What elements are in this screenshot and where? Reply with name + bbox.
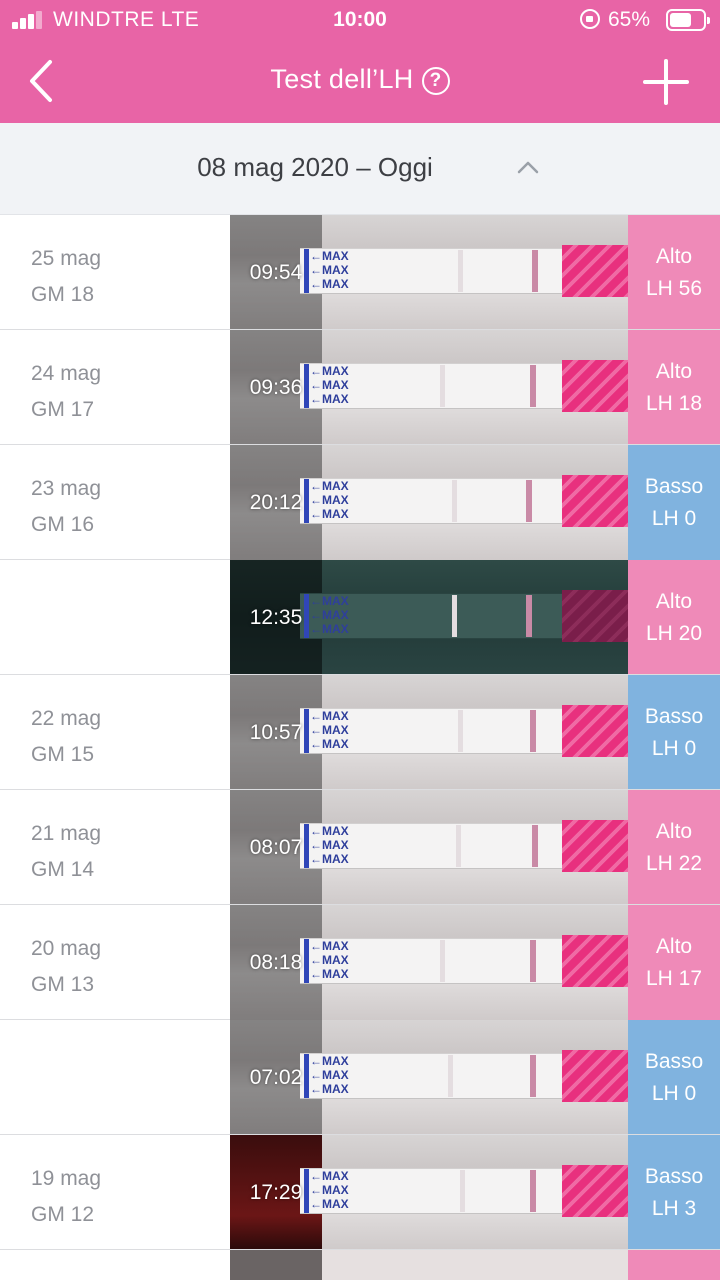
test-date: 20 mag xyxy=(31,937,102,960)
cycle-day: GM 14 xyxy=(31,858,95,881)
lh-result-badge[interactable]: Basso LH 3 xyxy=(628,1135,720,1250)
chevron-up-icon xyxy=(517,161,539,174)
row-date: 25 mag GM 18 xyxy=(31,241,101,313)
lh-level: Basso xyxy=(644,1050,704,1073)
test-strip-photo[interactable]: ←MAX ←MAX ←MAX 10:57 xyxy=(230,675,628,790)
test-row[interactable]: 20 mag GM 13 ←MAX ←MAX ←MAX 08:18 Alto LH 17 xyxy=(0,905,720,1020)
test-row[interactable]: 22 mag GM 15 ←MAX ←MAX ←MAX 10:57 Basso LH 0 xyxy=(0,675,720,790)
help-icon[interactable]: ? xyxy=(421,67,450,95)
lh-level: Alto xyxy=(655,245,693,268)
test-time: 17:29 xyxy=(249,1181,303,1204)
cycle-day: GM 12 xyxy=(31,1203,95,1226)
status-bar: WINDTRE LTE 10:00 65% xyxy=(0,0,720,40)
test-time: 10:57 xyxy=(249,721,303,744)
test-time: 08:18 xyxy=(249,951,303,974)
test-date: 24 mag xyxy=(31,362,102,385)
add-test-button[interactable] xyxy=(636,52,696,112)
lh-result-badge[interactable]: Alto LH 56 xyxy=(628,215,720,330)
test-row[interactable]: ←MAX ←MAX ←MAX 07:02 Basso LH 0 xyxy=(0,1020,720,1135)
plus-icon xyxy=(643,59,689,105)
test-time: 09:36 xyxy=(249,376,303,399)
test-row[interactable]: 23 mag GM 16 ←MAX ←MAX ←MAX 20:12 Basso LH 0 xyxy=(0,445,720,560)
lh-value: LH 17 xyxy=(645,967,703,990)
lh-level: Basso xyxy=(644,475,704,498)
cycle-day: GM 17 xyxy=(31,398,95,421)
lh-result-badge[interactable]: Alto LH 22 xyxy=(628,790,720,905)
lh-result-badge[interactable]: Basso LH 0 xyxy=(628,1020,720,1135)
test-date: 25 mag xyxy=(31,247,102,270)
lh-result-badge[interactable]: Alto LH 18 xyxy=(628,330,720,445)
test-strip-photo[interactable]: ←MAX ←MAX ←MAX 09:54 xyxy=(230,215,628,330)
test-date: 22 mag xyxy=(31,707,102,730)
test-date: 23 mag xyxy=(31,477,102,500)
test-row[interactable]: 19 mag GM 12 ←MAX ←MAX ←MAX 17:29 Basso LH 3 xyxy=(0,1135,720,1250)
lh-value: LH 22 xyxy=(645,852,703,875)
page-title: Test dell’LH? xyxy=(0,64,720,95)
test-row[interactable]: 21 mag GM 14 ←MAX ←MAX ←MAX 08:07 Alto LH 22 xyxy=(0,790,720,905)
row-date: 21 mag GM 14 xyxy=(31,816,101,888)
test-strip-photo[interactable]: ←MAX ←MAX ←MAX 09:36 xyxy=(230,330,628,445)
test-row[interactable]: 24 mag GM 17 ←MAX ←MAX ←MAX 09:36 Alto LH 18 xyxy=(0,330,720,445)
row-date: 19 mag GM 12 xyxy=(31,1161,101,1233)
test-time: 07:02 xyxy=(249,1066,303,1089)
test-time: 20:12 xyxy=(249,491,303,514)
navigation-bar: Test dell’LH? xyxy=(0,40,720,123)
battery-percent: 65% xyxy=(608,8,651,31)
lh-value: LH 56 xyxy=(645,277,703,300)
test-strip-photo[interactable]: ←MAX ←MAX ←MAX 12:35 xyxy=(230,560,628,675)
lh-value: LH 0 xyxy=(651,507,697,530)
lh-level: Alto xyxy=(655,590,693,613)
lh-level: Alto xyxy=(655,935,693,958)
cycle-day: GM 15 xyxy=(31,743,95,766)
cycle-day: GM 18 xyxy=(31,283,95,306)
test-time: 08:07 xyxy=(249,836,303,859)
row-date: 20 mag GM 13 xyxy=(31,931,101,1003)
lh-value: LH 0 xyxy=(651,1082,697,1105)
lh-result-badge[interactable]: Basso LH 0 xyxy=(628,445,720,560)
test-date: 21 mag xyxy=(31,822,102,845)
rotation-lock-icon xyxy=(580,9,600,29)
lh-result-badge[interactable]: Alto LH 17 xyxy=(628,905,720,1020)
test-strip-photo[interactable]: ←MAX ←MAX ←MAX 17:29 xyxy=(230,1135,628,1250)
month-range-label: 08 mag 2020 – Oggi xyxy=(197,152,433,182)
cycle-day: GM 16 xyxy=(31,513,95,536)
row-date: 23 mag GM 16 xyxy=(31,471,101,543)
test-row[interactable]: ←MAX ←MAX ←MAX 12:35 Alto LH 20 xyxy=(0,560,720,675)
test-strip-photo[interactable]: ←MAX ←MAX ←MAX 07:02 xyxy=(230,1020,628,1135)
lh-level: Alto xyxy=(655,820,693,843)
lh-level: Alto xyxy=(655,360,693,383)
lh-level: Basso xyxy=(644,1165,704,1188)
lh-result-badge[interactable]: Alto LH 20 xyxy=(628,560,720,675)
row-date: 22 mag GM 15 xyxy=(31,701,101,773)
test-row[interactable]: 25 mag GM 18 ←MAX ←MAX ←MAX 09:54 Alto LH 56 xyxy=(0,215,720,330)
month-header[interactable]: 08 mag 2020 – Oggi xyxy=(0,123,720,215)
lh-value: LH 3 xyxy=(651,1197,697,1220)
test-time: 12:35 xyxy=(249,606,303,629)
row-date: 24 mag GM 17 xyxy=(31,356,101,428)
top-bar: WINDTRE LTE 10:00 65% Test dell’LH? xyxy=(0,0,720,123)
lh-value: LH 0 xyxy=(651,737,697,760)
test-strip-photo[interactable]: ←MAX ←MAX ←MAX 20:12 xyxy=(230,445,628,560)
test-date: 19 mag xyxy=(31,1167,102,1190)
page-title-text: Test dell’LH xyxy=(270,64,414,94)
lh-result-badge[interactable]: Basso LH 0 xyxy=(628,675,720,790)
test-time: 09:54 xyxy=(249,261,303,284)
battery-icon xyxy=(666,9,710,31)
next-row-partial xyxy=(230,1250,720,1280)
test-strip-photo[interactable]: ←MAX ←MAX ←MAX 08:07 xyxy=(230,790,628,905)
test-strip-photo[interactable]: ←MAX ←MAX ←MAX 08:18 xyxy=(230,905,628,1020)
lh-value: LH 18 xyxy=(645,392,703,415)
cycle-day: GM 13 xyxy=(31,973,95,996)
lh-level: Basso xyxy=(644,705,704,728)
lh-value: LH 20 xyxy=(645,622,703,645)
